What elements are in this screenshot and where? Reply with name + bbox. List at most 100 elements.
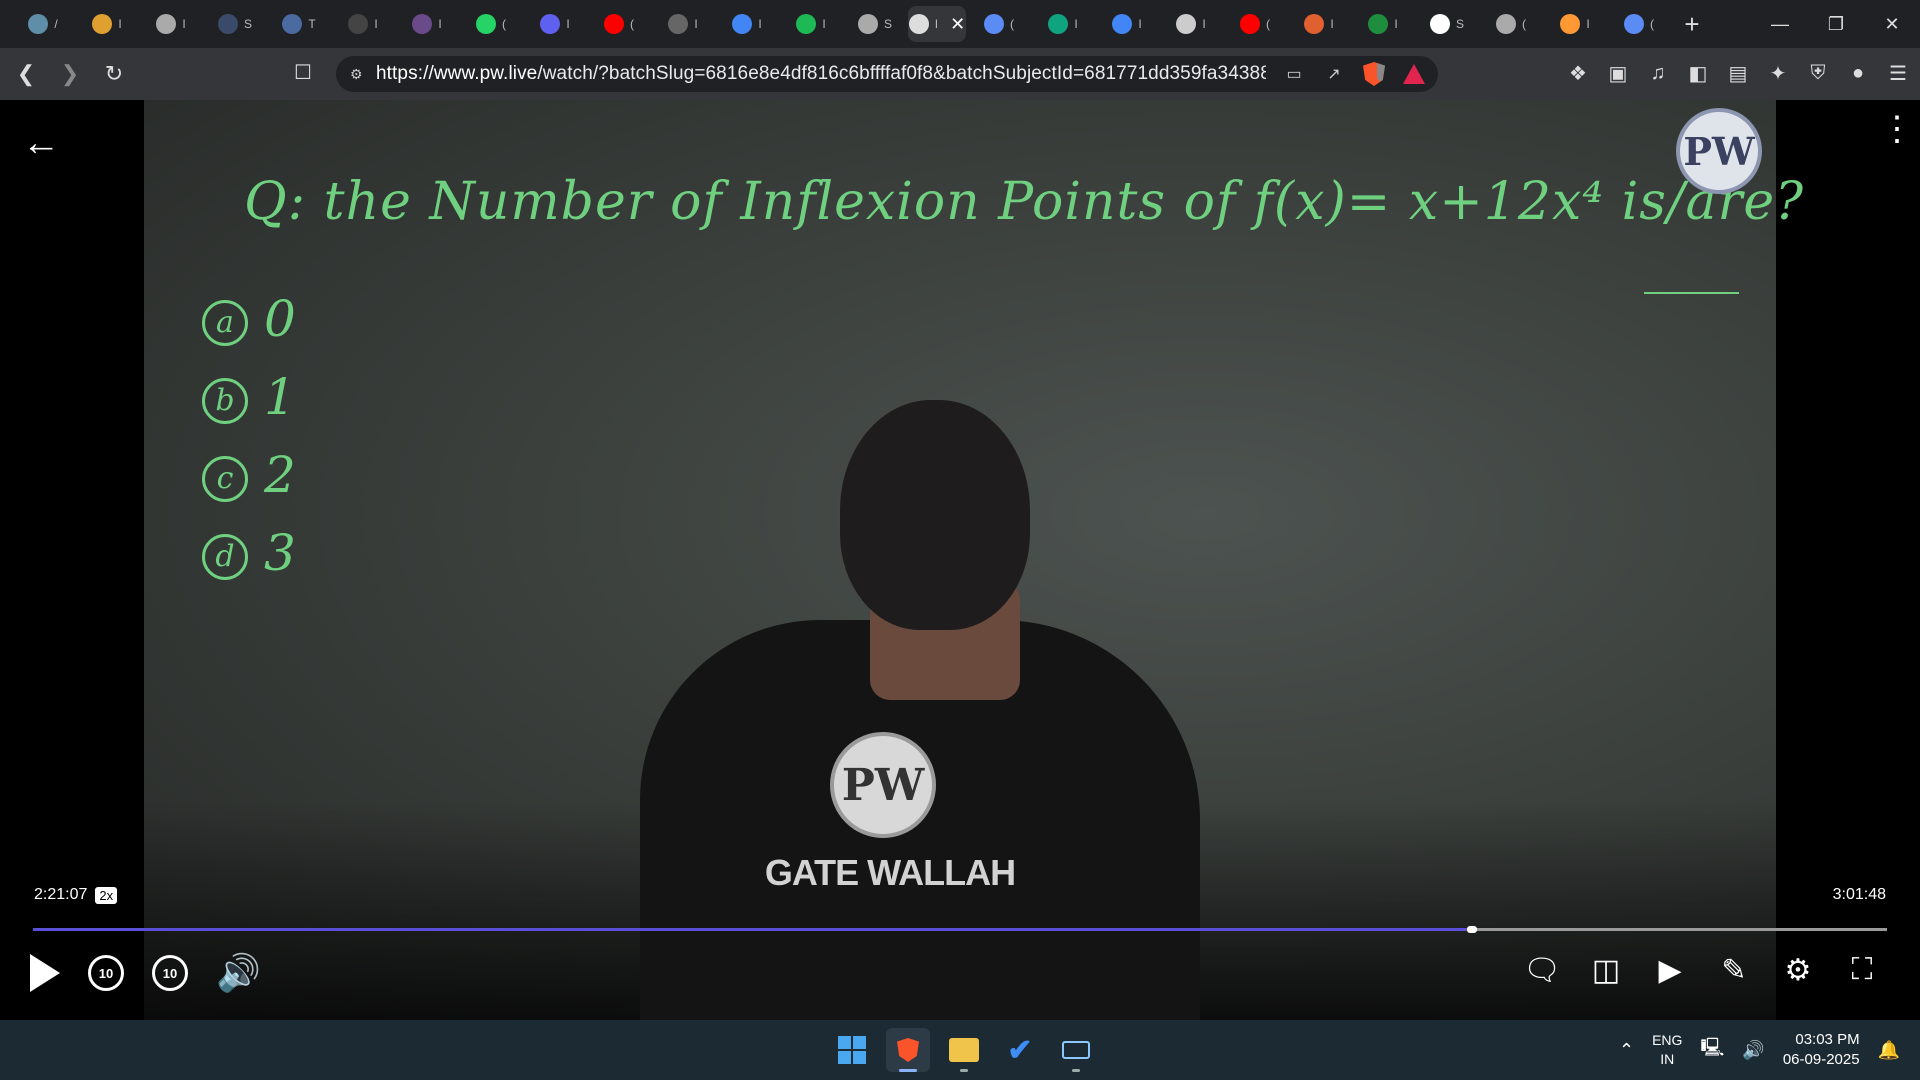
taskbar-keyboard[interactable]: [1054, 1028, 1098, 1072]
brave-shields-icon[interactable]: 3: [1362, 62, 1386, 86]
question-underline: [1644, 292, 1739, 294]
browser-tab[interactable]: /: [12, 6, 74, 42]
progress-bar[interactable]: [33, 926, 1887, 933]
browser-tab[interactable]: (: [1608, 6, 1670, 42]
browser-tab[interactable]: I: [396, 6, 458, 42]
progress-thumb[interactable]: [1466, 926, 1477, 933]
keyboard-icon: [1062, 1041, 1090, 1059]
vpn-icon[interactable]: ⛨: [1806, 60, 1830, 86]
speaker-icon[interactable]: 🔊: [1742, 1040, 1764, 1061]
globe-icon: [156, 14, 177, 34]
globe-icon: [1496, 14, 1516, 34]
browser-tab[interactable]: I: [652, 6, 714, 42]
close-tab-icon[interactable]: ✕: [950, 14, 965, 35]
notification-bell-icon[interactable]: 🔔: [1878, 1040, 1900, 1061]
browser-tab[interactable]: I: [76, 6, 138, 42]
taskbar-file-explorer[interactable]: [942, 1028, 986, 1072]
tab-label: I: [1202, 17, 1206, 31]
browser-tab[interactable]: I: [332, 6, 394, 42]
browser-tab[interactable]: I: [1160, 6, 1222, 42]
menu-icon[interactable]: ☰: [1886, 60, 1910, 86]
back-arrow-icon[interactable]: ←: [22, 122, 60, 165]
volume-icon[interactable]: 🔊: [216, 952, 261, 994]
tab-label: I: [758, 17, 762, 31]
media-icon[interactable]: ♫: [1646, 60, 1670, 86]
tab-label: S: [883, 17, 892, 31]
shirt-text: GATE WALLAH: [764, 852, 1016, 893]
browser-tab[interactable]: I: [1032, 6, 1094, 42]
chart-icon: [1368, 14, 1389, 34]
browser-tab[interactable]: I: [1096, 6, 1158, 42]
url-text[interactable]: https://www.pw.live/watch/?batchSlug=681…: [376, 63, 1266, 85]
browser-tab[interactable]: (: [1480, 6, 1542, 42]
browser-tab[interactable]: (: [1224, 6, 1286, 42]
browser-tab[interactable]: I: [1352, 6, 1414, 42]
reload-icon[interactable]: ↻: [96, 56, 132, 92]
spotify-icon: [796, 14, 817, 34]
reader-icon[interactable]: ▣: [1606, 60, 1630, 86]
bookmark-icon[interactable]: ☐: [294, 60, 312, 85]
browser-tab[interactable]: S: [204, 6, 266, 42]
browser-tab[interactable]: I: [716, 6, 778, 42]
play-button[interactable]: [30, 954, 60, 992]
rewind-10-button[interactable]: 10: [88, 955, 124, 991]
browser-tab[interactable]: S: [1416, 6, 1478, 42]
option-c: c2: [202, 446, 296, 504]
new-tab-button[interactable]: +: [1672, 9, 1712, 40]
settings-icon[interactable]: ⚙: [1780, 952, 1816, 988]
profile-icon[interactable]: ●: [1846, 60, 1870, 86]
browser-tab[interactable]: S: [844, 6, 906, 42]
browser-tab[interactable]: (: [588, 6, 650, 42]
language-indicator[interactable]: ENG IN: [1652, 1031, 1682, 1069]
taskbar-todo[interactable]: ✔: [998, 1028, 1042, 1072]
minimize-icon[interactable]: —: [1752, 0, 1808, 48]
tab-label: I: [1394, 17, 1398, 31]
forward-icon[interactable]: ❯: [52, 56, 88, 92]
start-button[interactable]: [830, 1028, 874, 1072]
navigation-bar: ❮ ❯ ↻ ☐ ⚙ https://www.pw.live/watch/?bat…: [0, 48, 1920, 100]
cast-icon[interactable]: ▭: [1282, 62, 1306, 86]
restore-icon[interactable]: ❐: [1808, 0, 1864, 48]
address-bar[interactable]: ⚙ https://www.pw.live/watch/?batchSlug=6…: [336, 56, 1438, 92]
close-window-icon[interactable]: ✕: [1864, 0, 1920, 48]
google-icon: [732, 14, 753, 34]
browser-tab[interactable]: (: [968, 6, 1030, 42]
video-player[interactable]: Q: the Number of Inflexion Points of f(x…: [0, 100, 1920, 1020]
chevron-up-icon[interactable]: ⌃: [1619, 1040, 1634, 1061]
leo-ai-icon[interactable]: ✦: [1766, 60, 1790, 86]
globe-icon: [857, 14, 878, 34]
picture-in-picture-icon[interactable]: ▶: [1652, 952, 1688, 988]
clock[interactable]: 03:03 PM 06-09-2025: [1783, 1030, 1860, 1070]
ball-icon: [1304, 14, 1325, 34]
browser-tab[interactable]: I: [1288, 6, 1350, 42]
browser-tab[interactable]: I: [140, 6, 202, 42]
browser-tab[interactable]: I: [1544, 6, 1606, 42]
wallet-icon[interactable]: ▤: [1726, 60, 1750, 86]
tab-label: (: [1266, 17, 1270, 31]
sidebar-icon[interactable]: ◧: [1686, 60, 1710, 86]
fullscreen-icon[interactable]: ⛶: [1844, 952, 1880, 988]
notes-icon[interactable]: ✎: [1716, 952, 1752, 988]
taskbar-brave[interactable]: [886, 1028, 930, 1072]
extensions-icon[interactable]: ❖: [1566, 60, 1590, 86]
browser-tab[interactable]: I: [780, 6, 842, 42]
tab-label: S: [243, 17, 252, 31]
translate-icon[interactable]: ◫: [1588, 952, 1624, 988]
system-tray: ⌃ ENG IN 🖳 🔊 03:03 PM 06-09-2025 🔔: [1619, 1030, 1900, 1070]
browser-tab[interactable]: I ✕: [908, 6, 966, 42]
network-icon[interactable]: 🖳: [1700, 1035, 1724, 1065]
more-options-icon[interactable]: ⋮: [1880, 112, 1914, 146]
tab-label: I: [822, 17, 826, 31]
speed-badge[interactable]: 2x: [95, 886, 118, 904]
chat-icon[interactable]: 🗨: [1523, 952, 1561, 988]
forward-10-button[interactable]: 10: [152, 955, 188, 991]
browser-tab[interactable]: (: [460, 6, 522, 42]
m4-icon: [348, 14, 369, 34]
share-icon[interactable]: ↗: [1322, 62, 1346, 86]
checkmark-icon: ✔: [1007, 1033, 1033, 1067]
browser-tab[interactable]: T: [268, 6, 330, 42]
browser-tab[interactable]: I: [524, 6, 586, 42]
brave-rewards-icon[interactable]: [1402, 62, 1426, 86]
site-settings-icon[interactable]: ⚙: [350, 66, 376, 83]
back-icon[interactable]: ❮: [8, 56, 44, 92]
